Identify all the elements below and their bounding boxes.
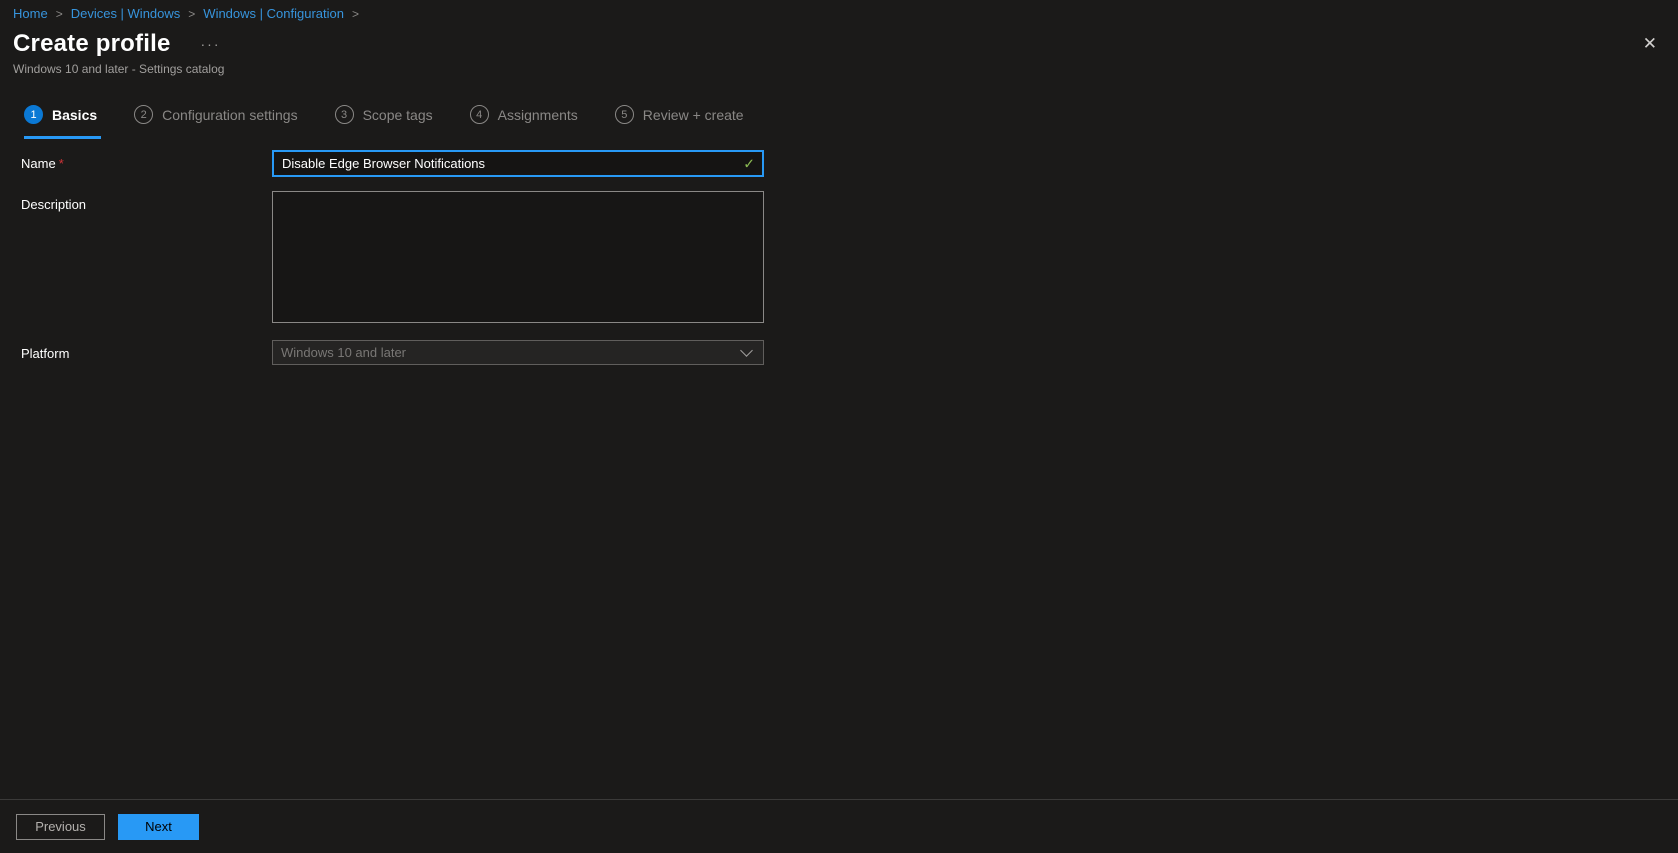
step-number-badge: 3 bbox=[334, 105, 354, 124]
page-header: Create profile ··· Windows 10 and later … bbox=[0, 30, 1678, 76]
step-number-badge: 4 bbox=[469, 105, 489, 124]
breadcrumb-link-windows-configuration[interactable]: Windows | Configuration bbox=[203, 6, 344, 21]
breadcrumb-separator: > bbox=[351, 7, 359, 21]
name-row: Name* ✓ bbox=[21, 150, 1678, 177]
tab-label: Assignments bbox=[497, 106, 578, 123]
tab-basics[interactable]: 1 Basics bbox=[24, 105, 102, 139]
platform-dropdown-value: Windows 10 and later bbox=[281, 345, 407, 360]
description-textarea[interactable] bbox=[272, 191, 764, 323]
tab-configuration-settings[interactable]: 2 Configuration settings bbox=[134, 105, 301, 139]
tab-scope-tags[interactable]: 3 Scope tags bbox=[334, 105, 437, 139]
tab-assignments[interactable]: 4 Assignments bbox=[469, 105, 582, 139]
tab-label: Review + create bbox=[642, 106, 744, 123]
tab-review-create[interactable]: 5 Review + create bbox=[614, 105, 748, 139]
chevron-down-icon bbox=[740, 343, 753, 357]
description-row: Description bbox=[21, 191, 1678, 323]
previous-button[interactable]: Previous bbox=[16, 813, 105, 840]
close-icon[interactable]: ✕ bbox=[1641, 33, 1659, 54]
breadcrumb-separator: > bbox=[188, 7, 196, 21]
required-asterisk: * bbox=[58, 156, 64, 171]
step-number-badge: 5 bbox=[614, 105, 634, 124]
breadcrumb-separator: > bbox=[55, 7, 63, 21]
platform-row: Platform Windows 10 and later bbox=[21, 340, 1678, 365]
page-title: Create profile bbox=[13, 30, 171, 57]
page-subtitle: Windows 10 and later - Settings catalog bbox=[13, 62, 225, 76]
tab-label: Basics bbox=[52, 106, 98, 123]
name-input[interactable] bbox=[272, 150, 764, 177]
step-number-badge: 1 bbox=[24, 105, 43, 124]
breadcrumb-link-devices-windows[interactable]: Devices | Windows bbox=[71, 6, 181, 21]
breadcrumb-link-home[interactable]: Home bbox=[13, 6, 48, 21]
platform-dropdown[interactable]: Windows 10 and later bbox=[272, 340, 764, 365]
wizard-footer: Previous Next bbox=[0, 799, 1678, 853]
step-number-badge: 2 bbox=[134, 105, 154, 124]
description-label: Description bbox=[21, 197, 87, 212]
wizard-steps: 1 Basics 2 Configuration settings 3 Scop… bbox=[24, 105, 1678, 139]
tab-label: Scope tags bbox=[362, 106, 433, 123]
name-label: Name * bbox=[21, 150, 272, 171]
more-options-icon[interactable]: ··· bbox=[197, 37, 225, 51]
tab-label: Configuration settings bbox=[162, 106, 298, 123]
platform-label: Platform bbox=[21, 346, 70, 361]
name-label-text: Name bbox=[21, 156, 56, 171]
breadcrumb: Home > Devices | Windows > Windows | Configu… bbox=[0, 0, 1678, 21]
basics-form: Name* ✓ Description Platform Windows 10 … bbox=[21, 150, 1678, 365]
next-button[interactable]: Next bbox=[118, 813, 199, 840]
